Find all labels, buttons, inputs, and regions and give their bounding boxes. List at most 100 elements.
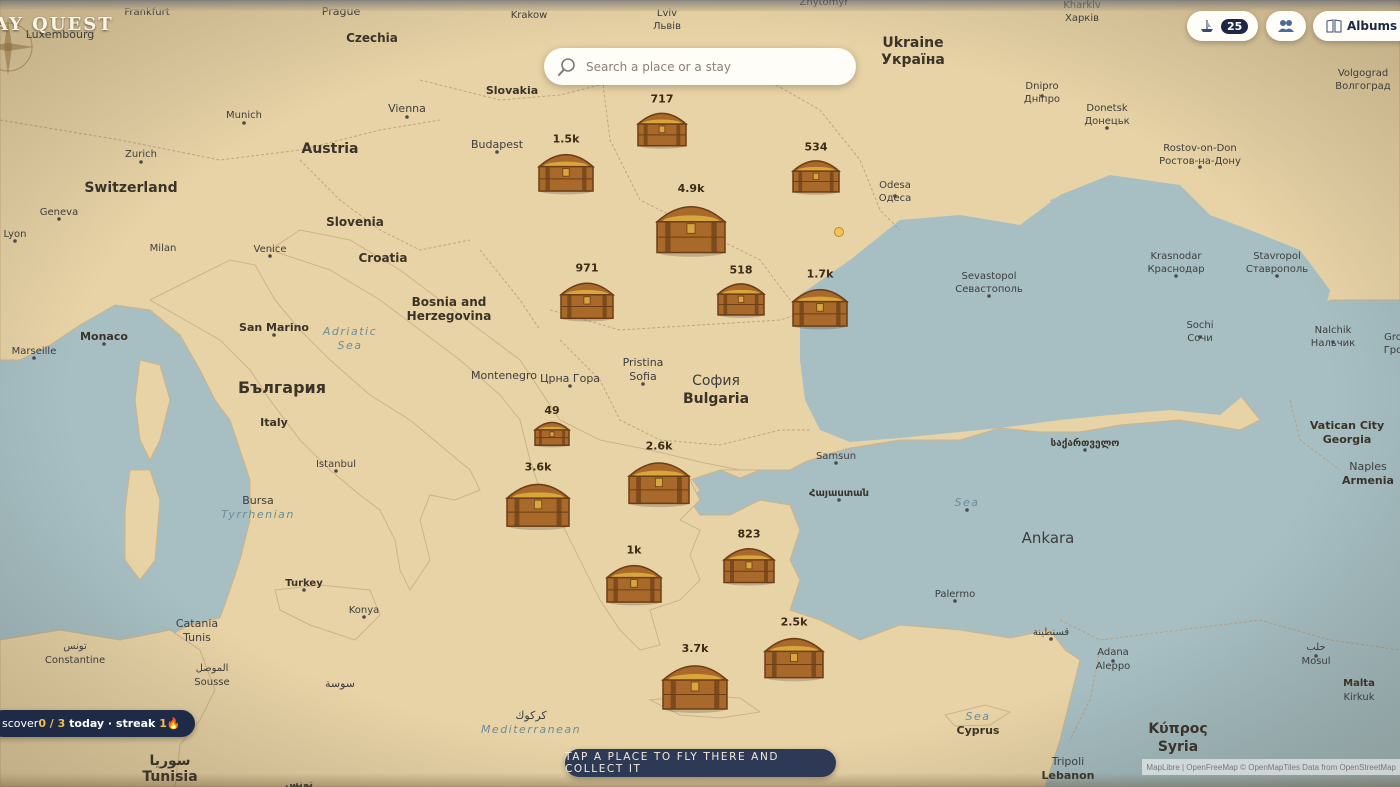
map-label-city: Volgograd — [1338, 68, 1388, 79]
map-label-city: Samsun — [816, 451, 856, 462]
status-suffix: today · streak — [65, 717, 160, 730]
city-dot — [405, 115, 409, 119]
map-label-country: San Marino — [239, 321, 309, 334]
map-label-city: Донецьк — [1084, 116, 1129, 127]
city-dot — [987, 294, 991, 298]
city-dot — [1049, 637, 1053, 641]
chest-count-label: 2.5k — [781, 616, 808, 629]
map-label-country: Vatican City — [1310, 419, 1384, 432]
fly-hint-banner: TAP A PLACE TO FLY THERE AND COLLECT IT — [565, 749, 836, 777]
map-label-country: Slovenia — [326, 215, 384, 229]
chest-count-label: 49 — [544, 404, 559, 417]
map-label-city: Marseille — [12, 346, 57, 357]
search-input[interactable] — [584, 58, 838, 75]
map-label-sea: Tyrrhenian — [221, 508, 295, 521]
map-label-country: Ukraine — [882, 35, 943, 51]
map-label-country: Bosnia and — [412, 295, 487, 309]
city-dot — [272, 333, 276, 337]
city-dot — [1040, 94, 1044, 98]
city-dot — [1198, 335, 1202, 339]
search-bar[interactable] — [544, 48, 856, 85]
city-dot — [302, 588, 306, 592]
map-label-country: Herzegovina — [407, 309, 492, 323]
city-dot — [1174, 274, 1178, 278]
map-label-city: Zurich — [125, 149, 157, 160]
map-label-city: Istanbul — [316, 459, 356, 470]
map-label-city: Budapest — [471, 138, 524, 151]
map-label-country: Syria — [1158, 739, 1198, 755]
top-edge-strip — [0, 0, 1400, 11]
map-label-country: Հայաստան — [809, 488, 869, 499]
city-dot — [139, 160, 143, 164]
city-dot — [893, 194, 897, 198]
map-label-sea: Sea — [338, 339, 363, 352]
boat-icon — [1201, 20, 1213, 32]
city-dot — [1111, 659, 1115, 663]
city-dot — [568, 384, 572, 388]
chest-count-label: 1.5k — [553, 133, 580, 146]
chest-count-label: 4.9k — [678, 182, 705, 195]
chest-count-label: 2.6k — [646, 440, 673, 453]
map-label-city: Краснодар — [1147, 264, 1204, 275]
city-dot — [1331, 340, 1335, 344]
chest-count-label: 971 — [576, 261, 599, 274]
city-dot — [1314, 654, 1318, 658]
chest-count-label: 823 — [738, 527, 761, 540]
city-dot — [834, 461, 838, 465]
fire-icon: 🔥 — [166, 717, 181, 730]
map-label-city: Ankara — [1022, 529, 1075, 547]
map-label-city: Волгоград — [1335, 81, 1390, 92]
city-dot — [362, 615, 366, 619]
city-dot — [495, 150, 499, 154]
city-dot — [334, 469, 338, 473]
map-label-city: سوسة — [325, 677, 355, 690]
map-label-city: Bursa — [242, 494, 274, 507]
map-label-country: Україна — [881, 52, 945, 68]
map-label-city: Krasnodar — [1150, 251, 1202, 262]
map-label-country: Czechia — [346, 31, 398, 45]
map-label-city: Stavropol — [1253, 251, 1301, 262]
status-prefix: scover — [2, 717, 39, 730]
map-label-city: Adana — [1097, 647, 1129, 658]
friends-icon — [1278, 20, 1294, 32]
map-label-city: تونس — [63, 641, 87, 652]
city-dot — [268, 254, 272, 258]
map-label-country: Monaco — [80, 330, 128, 343]
city-dot — [1105, 126, 1109, 130]
map-label-country: Turkey — [285, 578, 323, 589]
map-label-city: Palermo — [935, 589, 975, 600]
map-label-country: Georgia — [1323, 433, 1372, 446]
city-dot — [837, 498, 841, 502]
map-label-city: Nalchik — [1315, 325, 1352, 336]
city-dot — [1198, 165, 1202, 169]
status-total-count: 3 — [57, 717, 66, 730]
boat-button[interactable]: 25 — [1187, 11, 1258, 41]
map-label-city: Geneva — [40, 207, 78, 218]
map-label-city: Харків — [1065, 12, 1099, 24]
city-dot — [1083, 448, 1087, 452]
city-dot — [13, 239, 17, 243]
albums-button[interactable]: Albums — [1313, 11, 1400, 41]
map-label-country: Croatia — [358, 251, 407, 265]
map-canvas[interactable]: FrankfurtPragueKrakowLvivЛьвівZhytomyrKh… — [0, 0, 1400, 787]
map-label-city: Naples — [1349, 460, 1387, 473]
map-attribution[interactable]: MapLibre | OpenFreeMap © OpenMapTiles Da… — [1142, 759, 1400, 775]
map-label-country: Bulgaria — [683, 391, 749, 407]
map-label-city: حلب — [1306, 642, 1325, 653]
map-label-city: Sofia — [629, 370, 656, 383]
map-label-city: Гро — [1384, 345, 1400, 356]
friends-button[interactable] — [1266, 11, 1306, 41]
status-separator: / — [45, 717, 58, 730]
map-label-sea: Adriatic — [322, 325, 377, 338]
map-label-city: قسنطينة — [1033, 627, 1070, 638]
map-label-city: Pristina — [623, 356, 664, 369]
map-label-city: Venice — [254, 244, 287, 255]
map-label-city: Sevastopol — [961, 271, 1016, 282]
map-label-city: Sousse — [194, 677, 229, 688]
map-label-country: Austria — [302, 141, 359, 157]
chest-count-label: 1k — [627, 544, 643, 557]
chest-count-label: 518 — [730, 263, 753, 276]
map-label-city: Constantine — [45, 655, 105, 666]
map-label-city: Krakow — [511, 10, 548, 21]
map-label-country: سوريا — [149, 753, 190, 769]
